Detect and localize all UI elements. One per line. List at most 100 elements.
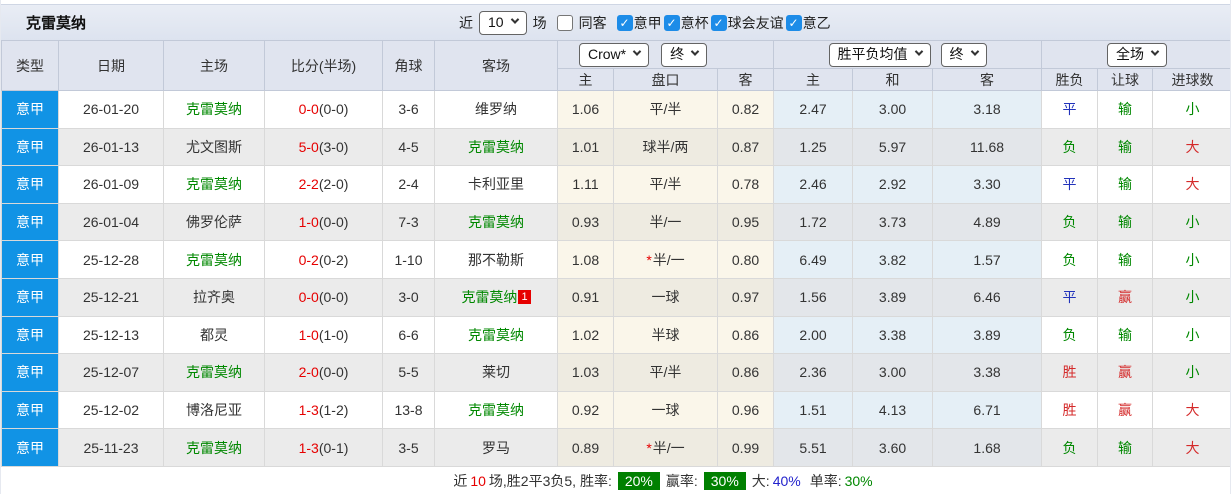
league-cell: 意甲 (1, 353, 59, 392)
avg-away-cell: 6.71 (932, 390, 1043, 430)
header-home: 主场 (163, 40, 265, 91)
handicap-result-cell: 输 (1097, 240, 1154, 279)
league-label-2: 球会友谊 (727, 14, 784, 31)
header-away: 客场 (434, 40, 558, 91)
home-team-cell: 克雷莫纳 (163, 90, 265, 129)
league-checkbox-0[interactable]: ✓ (616, 14, 633, 31)
match-row: 意甲 26-01-04 佛罗伦萨 1-0(0-0) 7-3 克雷莫纳 0.93 半/一 0.95… (1, 202, 1230, 242)
score-cell: 1-3(1-2) (264, 390, 383, 430)
league-checkbox-3[interactable]: ✓ (785, 14, 802, 31)
summary-footer: 近 10 场,胜2平3负5, 胜率: 20% 赢率: 30% 大: 40% 单率: 30… (1, 466, 1230, 494)
score-cell: 1-0(0-0) (264, 202, 383, 242)
away-team-cell: 卡利亚里 (434, 165, 558, 204)
away-odds-cell: 0.80 (716, 240, 775, 279)
league-cell: 意甲 (1, 127, 59, 167)
odds-company-select[interactable]: Crow* (579, 42, 650, 67)
home-team-cell: 佛罗伦萨 (163, 202, 265, 242)
average-group-header: 胜平负均值 终 (773, 40, 1043, 69)
away-odds-cell: 0.78 (716, 165, 775, 204)
corners-cell: 4-5 (382, 127, 435, 167)
league-cell: 意甲 (1, 90, 59, 129)
home-odds-cell: 0.91 (557, 277, 614, 317)
subheader-handicap-result: 让球 (1097, 68, 1154, 91)
chevron-down-icon (914, 47, 923, 56)
avg-away-cell: 3.18 (932, 90, 1043, 129)
avg-draw-cell: 2.92 (852, 165, 934, 204)
league-filter-1: ✓ 意杯 (663, 13, 709, 33)
chevron-down-icon (510, 15, 519, 24)
subheader-odds-home: 主 (557, 68, 614, 91)
handicap-result-cell: 输 (1097, 202, 1154, 242)
date-cell: 26-01-09 (58, 165, 164, 204)
away-odds-cell: 0.99 (716, 428, 775, 467)
goals-result-cell: 大 (1152, 428, 1230, 467)
subheader-goals: 进球数 (1152, 68, 1230, 91)
big-label: 大: (751, 472, 770, 489)
league-label-1: 意杯 (680, 14, 709, 31)
match-row: 意甲 25-12-21 拉齐奥 0-0(0-0) 3-0 克雷莫纳 1 0.91 一球 0.97 1… (1, 277, 1230, 317)
avg-time-select[interactable]: 终 (940, 42, 987, 67)
scope-select[interactable]: 全场 (1107, 42, 1168, 67)
avg-away-cell: 1.57 (932, 240, 1043, 279)
away-odds-cell: 0.96 (716, 390, 775, 430)
handicap-cell: 半球 (613, 315, 718, 355)
home-team-cell: 博洛尼亚 (163, 390, 265, 430)
league-cell: 意甲 (1, 202, 59, 242)
match-history-table: 类型 日期 主场 比分(半场) 角球 客场 Crow* 终 胜平负均值 终 全场… (1, 40, 1230, 467)
home-odds-cell: 1.03 (557, 353, 614, 392)
odds-win-rate-badge: 30% (703, 471, 746, 490)
home-team-cell: 克雷莫纳 (163, 240, 265, 279)
away-team-cell: 莱切 (434, 353, 558, 392)
handicap-cell: *半/一 (613, 428, 718, 467)
handicap-cell: 平/半 (613, 90, 718, 129)
home-team-cell: 克雷莫纳 (163, 353, 265, 392)
recent-count-select[interactable]: 10 (479, 10, 527, 35)
away-odds-cell: 0.82 (716, 90, 775, 129)
odds-time-select[interactable]: 终 (661, 42, 708, 67)
handicap-group-header: Crow* 终 (556, 40, 775, 69)
goals-result-cell: 小 (1152, 90, 1230, 129)
handicap-cell: *半/一 (613, 240, 718, 279)
score-cell: 0-0(0-0) (264, 90, 383, 129)
games-label: 场 (532, 14, 547, 31)
handicap-cell: 平/半 (613, 165, 718, 204)
league-cell: 意甲 (1, 428, 59, 467)
handicap-result-cell: 赢 (1097, 353, 1154, 392)
same-away-checkbox[interactable] (556, 14, 573, 31)
away-odds-cell: 0.86 (716, 353, 775, 392)
league-checkbox-1[interactable]: ✓ (663, 14, 680, 31)
away-team-cell: 那不勒斯 (434, 240, 558, 279)
subheader-avg-draw: 和 (852, 68, 934, 91)
corners-cell: 7-3 (382, 202, 435, 242)
avg-draw-cell: 3.00 (852, 90, 934, 129)
handicap-result-cell: 赢 (1097, 277, 1154, 317)
avg-source-select[interactable]: 胜平负均值 (828, 42, 931, 67)
match-history-panel: 克雷莫纳 近 10 场 同客 ✓ 意甲 ✓ 意杯 ✓ 球会友谊 ✓ 意乙 类型 日期 主场 (0, 0, 1231, 494)
avg-draw-cell: 3.73 (852, 202, 934, 242)
home-team-cell: 克雷莫纳 (163, 428, 265, 467)
score-cell: 2-0(0-0) (264, 353, 383, 392)
match-row: 意甲 25-12-28 克雷莫纳 0-2(0-2) 1-10 那不勒斯 1.08 *半/一 0.… (1, 240, 1230, 279)
chevron-down-icon (970, 47, 979, 56)
date-cell: 26-01-20 (58, 90, 164, 129)
avg-home-cell: 1.51 (773, 390, 854, 430)
recent-label: 近 (459, 14, 473, 31)
avg-away-cell: 6.46 (932, 277, 1043, 317)
footer-count: 10 (470, 472, 486, 489)
live-asterisk-icon: * (646, 251, 652, 268)
avg-draw-cell: 3.89 (852, 277, 934, 317)
league-checkbox-2[interactable]: ✓ (710, 14, 727, 31)
away-odds-cell: 0.87 (716, 127, 775, 167)
goals-result-cell: 小 (1152, 240, 1230, 279)
goals-result-cell: 小 (1152, 353, 1230, 392)
outcome-result-cell: 负 (1041, 315, 1099, 355)
league-filter-0: ✓ 意甲 (616, 13, 662, 33)
single-rate-value: 30% (844, 472, 873, 489)
home-odds-cell: 1.06 (557, 90, 614, 129)
corners-cell: 5-5 (382, 353, 435, 392)
date-cell: 25-11-23 (58, 428, 164, 467)
away-odds-cell: 0.95 (716, 202, 775, 242)
avg-home-cell: 1.56 (773, 277, 854, 317)
outcome-result-cell: 平 (1041, 165, 1099, 204)
goals-result-cell: 小 (1152, 277, 1230, 317)
